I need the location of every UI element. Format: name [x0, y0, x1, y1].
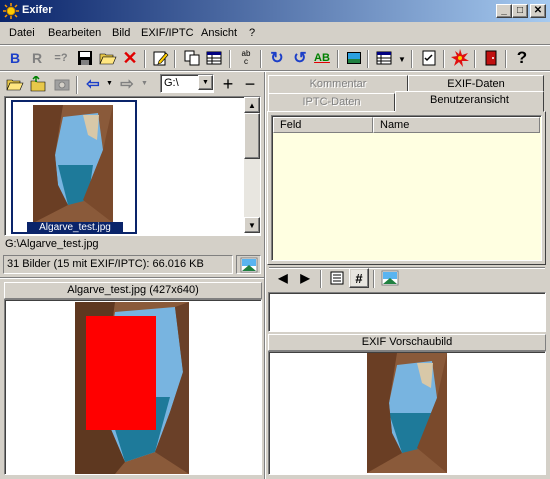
menu-ansicht[interactable]: Ansicht — [201, 27, 237, 39]
column-header-feld[interactable]: Feld — [273, 117, 373, 133]
folder-up-icon[interactable] — [28, 74, 48, 94]
list-view-icon[interactable] — [327, 268, 347, 288]
toolbar-separator — [144, 50, 146, 68]
menu-help[interactable]: ? — [249, 27, 255, 39]
open-folder-icon[interactable] — [5, 74, 25, 94]
toolbar-separator — [337, 50, 339, 68]
preview-image — [75, 302, 189, 474]
redaction-block — [86, 316, 156, 430]
spellcheck-button[interactable]: ab c — [236, 48, 256, 68]
forward-arrow-icon[interactable]: ⇨ — [117, 74, 137, 94]
folder-stats: 31 Bilder (15 mit EXIF/IPTC): 66.016 KB — [3, 255, 233, 274]
tab-benutzeransicht[interactable]: Benutzeransicht — [395, 91, 544, 112]
window-title: Exifer — [22, 4, 53, 16]
toolbar-separator — [373, 270, 375, 288]
vertical-splitter[interactable] — [264, 72, 266, 479]
zoom-out-icon[interactable]: − — [240, 74, 260, 94]
tab-kommentar[interactable]: Kommentar — [268, 75, 408, 94]
hash-view-icon[interactable]: # — [349, 268, 369, 288]
back-arrow-icon[interactable]: ⇦ — [83, 74, 103, 94]
next-arrow-icon[interactable]: ▶ — [295, 268, 315, 288]
rotate-left-icon[interactable]: ↻ — [267, 48, 287, 68]
edit-icon[interactable] — [151, 48, 171, 68]
image-icon[interactable] — [380, 268, 400, 288]
maximize-button[interactable]: □ — [512, 4, 528, 18]
thumbnail-browser[interactable]: Algarve_test.jpg ▲ ▼ — [4, 96, 261, 236]
scroll-up-arrow[interactable]: ▲ — [244, 97, 260, 113]
minimize-button[interactable]: _ — [496, 4, 512, 18]
toolbar-separator — [76, 76, 78, 94]
scrollbar-thumb[interactable] — [244, 113, 260, 159]
chevron-down-icon[interactable]: ▼ — [141, 80, 148, 87]
scroll-down-arrow[interactable]: ▼ — [244, 217, 260, 233]
file-path: G:\Algarve_test.jpg — [5, 238, 99, 250]
checklist-icon[interactable] — [419, 48, 439, 68]
menu-divider — [0, 44, 550, 46]
vertical-scrollbar[interactable]: ▲ ▼ — [244, 97, 260, 233]
drive-select[interactable]: G:\ ▼ — [160, 74, 214, 93]
drive-select-value: G:\ — [164, 77, 179, 89]
compare-button[interactable]: =? — [51, 48, 71, 68]
toolbar-separator — [443, 50, 445, 68]
toolbar-separator — [474, 50, 476, 68]
tab-iptc-daten[interactable]: IPTC-Daten — [268, 93, 395, 112]
thumbnail-image — [33, 105, 113, 223]
toolbar-separator — [260, 50, 262, 68]
chevron-down-icon[interactable]: ▼ — [398, 55, 406, 64]
burst-icon[interactable] — [450, 48, 470, 68]
rotate-right-icon[interactable]: ↺ — [290, 48, 310, 68]
camera-icon[interactable] — [52, 74, 72, 94]
toolbar-separator — [411, 50, 413, 68]
copy-icon[interactable] — [182, 48, 202, 68]
table-icon[interactable] — [204, 48, 224, 68]
toolbar-separator — [174, 50, 176, 68]
close-button[interactable]: ✕ — [530, 4, 546, 18]
status-icon-box — [236, 255, 261, 274]
zoom-in-icon[interactable]: + — [218, 74, 238, 94]
toolbar-divider — [0, 70, 550, 72]
exif-preview-title: EXIF Vorschaubild — [268, 334, 546, 351]
menu-datei[interactable]: Datei — [9, 27, 35, 39]
open-folder-icon[interactable] — [98, 48, 118, 68]
image-icon[interactable] — [240, 257, 258, 276]
ab-label-button[interactable]: AB — [312, 48, 332, 68]
chevron-down-icon[interactable]: ▼ — [198, 75, 213, 90]
image-preview[interactable] — [4, 299, 262, 475]
menu-bild[interactable]: Bild — [112, 27, 130, 39]
bold-b-button[interactable]: B — [5, 48, 25, 68]
app-icon[interactable] — [3, 3, 19, 19]
exif-thumbnail-panel — [268, 351, 546, 475]
view-options-icon[interactable] — [374, 48, 394, 68]
thumbnail-caption: Algarve_test.jpg — [27, 222, 123, 234]
gray-r-button[interactable]: R — [27, 48, 47, 68]
menu-exif-iptc[interactable]: EXIF/IPTC — [141, 27, 194, 39]
help-icon[interactable]: ? — [512, 48, 532, 68]
column-header-name[interactable]: Name — [373, 117, 540, 133]
field-table[interactable]: Feld Name — [271, 115, 542, 261]
save-icon[interactable] — [75, 48, 95, 68]
splitter[interactable] — [0, 277, 264, 279]
comment-textarea[interactable] — [268, 292, 546, 332]
delete-icon[interactable]: ✕ — [120, 48, 140, 68]
exit-door-icon[interactable] — [481, 48, 501, 68]
thumbnail-item[interactable]: Algarve_test.jpg — [11, 100, 137, 234]
chevron-down-icon[interactable]: ▼ — [106, 80, 113, 87]
menu-bearbeiten[interactable]: Bearbeiten — [48, 27, 101, 39]
preview-title: Algarve_test.jpg (427x640) — [4, 282, 262, 299]
tab-page: Feld Name — [267, 111, 546, 265]
previous-arrow-icon[interactable]: ◀ — [273, 268, 293, 288]
toolbar-separator — [367, 50, 369, 68]
exif-thumbnail-image — [367, 353, 447, 473]
toolbar-separator — [505, 50, 507, 68]
image-view-icon[interactable] — [344, 48, 364, 68]
title-bar: Exifer _ □ ✕ — [0, 0, 550, 22]
toolbar-separator — [229, 50, 231, 68]
toolbar-separator — [320, 270, 322, 288]
